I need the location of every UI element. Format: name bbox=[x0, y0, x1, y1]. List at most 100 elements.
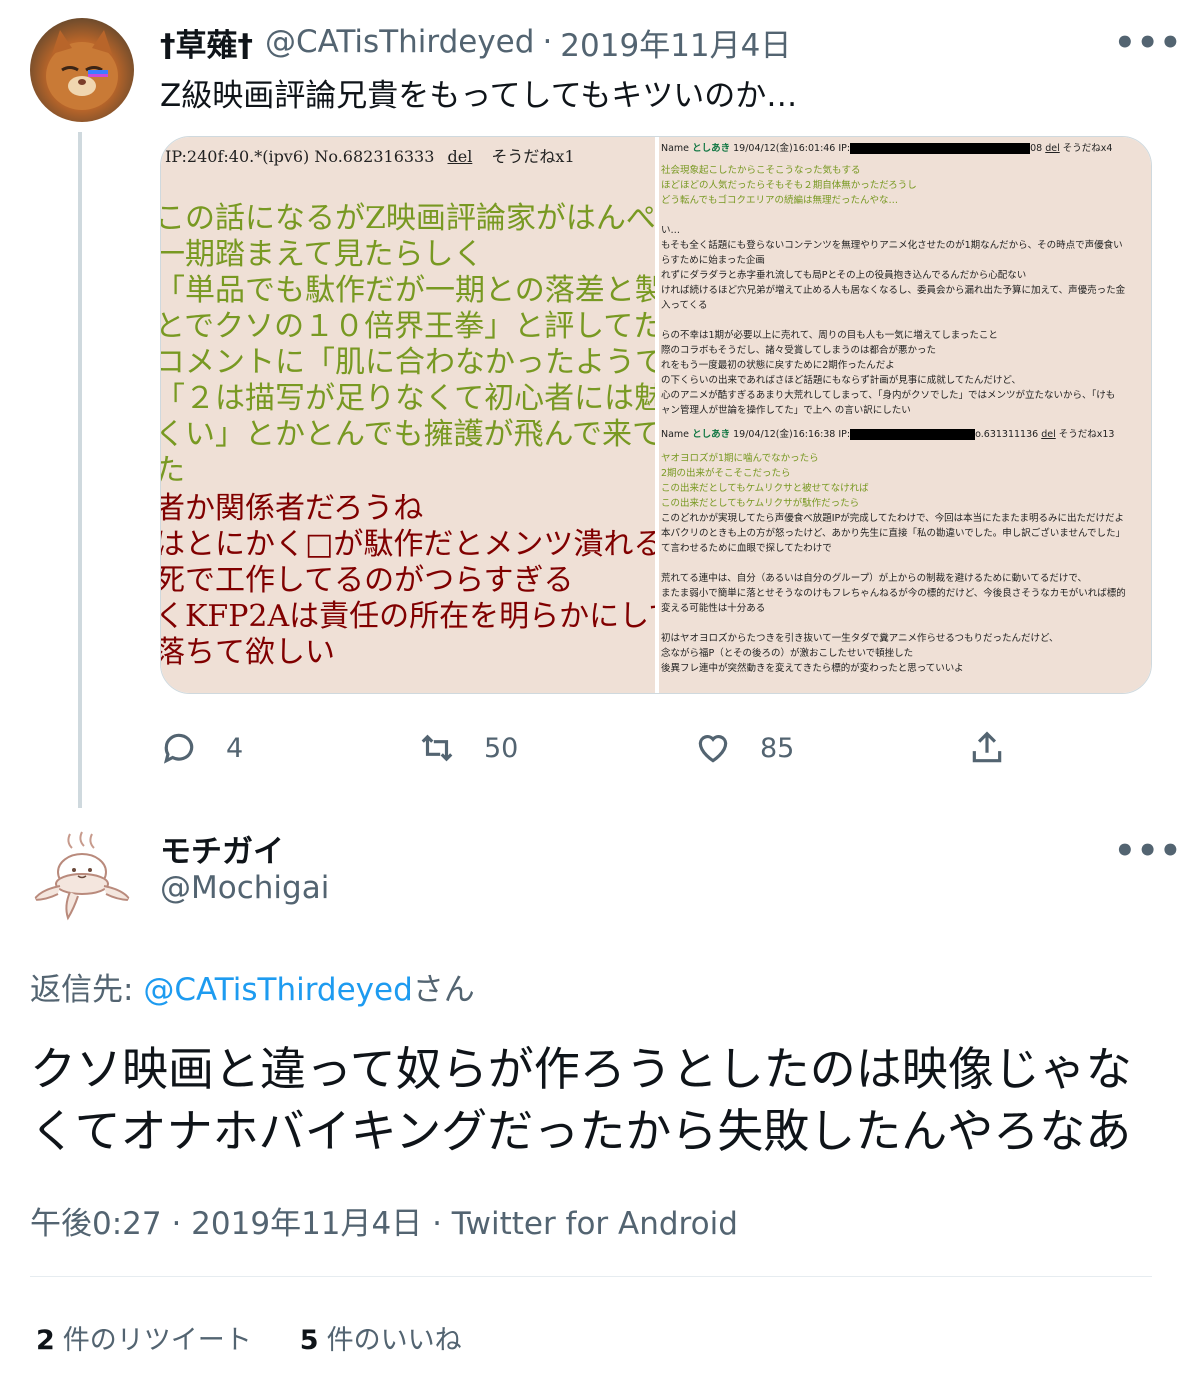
parent-more-icon[interactable]: ••• bbox=[1114, 26, 1182, 60]
right-post-line: 後異フレ連中が突然動きを変えてきたら標的が変わったと思っていいよ bbox=[661, 663, 964, 674]
thread-connector-line bbox=[78, 132, 82, 808]
share-icon bbox=[972, 731, 1002, 763]
left-post-header: IP:240f:40.*(ipv6) No.682316333 del そうだね… bbox=[165, 143, 575, 167]
post2-no: o.631311136 bbox=[975, 429, 1039, 440]
left-post-del: del bbox=[447, 147, 473, 166]
right-post-line: れをもう一度最初の状態に戻すために2期作ったんだよ bbox=[661, 360, 895, 371]
left-line: はとにかく□が駄作だとメンツ潰れるか bbox=[161, 527, 655, 562]
right-post-line: ヤオヨロズが1期に噛んでなかったら bbox=[661, 453, 819, 464]
right-post-line: 荒れてる連中は、自分（あるいは自分のグループ）が上からの制裁を避けるために動いて… bbox=[661, 573, 1087, 584]
right-post-line: らすために始まった企画 bbox=[661, 255, 765, 266]
parent-tweet-media[interactable]: IP:240f:40.*(ipv6) No.682316333 del そうだね… bbox=[160, 136, 1152, 694]
retweet-action[interactable]: 50 bbox=[418, 726, 518, 770]
right-post-line: このどれかが実現してたら声優食べ放題IPが完成してたわけで、今回は本当にたまたま… bbox=[661, 513, 1125, 524]
like-count: 85 bbox=[760, 732, 795, 764]
retweet-stat-label: 件のリツイート bbox=[62, 1325, 252, 1356]
right-post-line: もそも全く話題にも登らないコンテンツを無理やりアニメ化させたのが1期なんだから、… bbox=[661, 240, 1123, 251]
parent-display-name[interactable]: †草薙† bbox=[160, 20, 253, 65]
right-post-line: 際のコラボもそうだし、諸々受賞してしまうのは都合が悪かった bbox=[661, 345, 937, 356]
post2-soudane: そうだねx13 bbox=[1058, 429, 1115, 440]
media-image-left[interactable]: IP:240f:40.*(ipv6) No.682316333 del そうだね… bbox=[161, 137, 655, 693]
right-post-line: この出来だとしてもケムリクサが駄作だったら bbox=[661, 498, 860, 509]
post2-prefix: Name bbox=[661, 429, 690, 440]
right-post-line: らの不幸は1期が必要以上に売れて、周りの目も人も一気に増えてしまったこと bbox=[661, 330, 998, 341]
redaction-bar bbox=[850, 429, 976, 440]
post1-prefix: Name bbox=[661, 143, 690, 154]
like-stat[interactable]: 5 件のいいね bbox=[300, 1318, 462, 1357]
main-display-name[interactable]: モチガイ bbox=[160, 826, 284, 871]
post2-date: 19/04/12(金)16:16:38 IP: bbox=[733, 429, 851, 440]
post2-name: としあき bbox=[692, 429, 731, 440]
reply-to-handle-link[interactable]: @CATisThirdeyed bbox=[143, 972, 412, 1008]
right-post-line: ャン管理人が世論を操作してた」で上へ の言い訳にしたい bbox=[661, 405, 911, 416]
heart-icon bbox=[698, 735, 728, 763]
right-post-line: どう転んでもゴコクエリアの続編は無理だったんやな… bbox=[661, 195, 899, 206]
retweet-stat[interactable]: 2 件のリツイート bbox=[36, 1318, 252, 1357]
post1-no: 08 bbox=[1030, 143, 1043, 154]
right-post-line: ければ続けるほど穴兄弟が増えて止める人も居なくなるし、委員会から漏れ出た予算に加… bbox=[661, 285, 1126, 296]
right-post-line: の下くらいの出来であればさほど話題にもならず計画が見事に成就してたんだけど、 bbox=[661, 375, 1021, 386]
right-post-line: 変える可能性は十分ある bbox=[661, 603, 766, 614]
left-line: くい」とかとんでも擁護が飛んで来て bbox=[161, 417, 655, 452]
right-post-line: て言わせるために血眼で探してたわけで bbox=[661, 543, 832, 554]
left-line: とでクソの１０倍界王拳」と評してた bbox=[161, 309, 655, 344]
right-post1-header: Name としあき 19/04/12(金)16:01:46 IP: 08 del … bbox=[661, 141, 1112, 156]
right-post-line: この出来だとしてもケムリクサと被せてなければ bbox=[661, 483, 869, 494]
stats-divider bbox=[30, 1276, 1152, 1277]
retweet-count: 50 bbox=[484, 732, 519, 764]
parent-tweet-text: Z級映画評論兄貴をもってしてもキツいのか… bbox=[160, 78, 798, 114]
reply-icon bbox=[163, 733, 194, 764]
replying-to: 返信先: @CATisThirdeyedさん bbox=[30, 964, 475, 1009]
right-post-line: れずにダラダラと赤字垂れ流しても局Pとその上の役員抱き込んでるんだから心配ない bbox=[661, 270, 1027, 281]
reply-prefix: 返信先: bbox=[30, 972, 144, 1008]
tweet-stats: 2 件のリツイート 5 件のいいね bbox=[36, 1318, 510, 1357]
left-post-soudane: そうだねx1 bbox=[491, 147, 575, 166]
post1-soudane: そうだねx4 bbox=[1062, 143, 1113, 154]
parent-tweet-header: †草薙† @CATisThirdeyed · 2019年11月4日 bbox=[160, 20, 791, 64]
retweet-stat-count: 2 bbox=[36, 1325, 55, 1356]
share-action[interactable] bbox=[968, 726, 1006, 770]
left-line: 「単品でも駄作だが一期との落差と製作 bbox=[161, 273, 655, 308]
right-post-line: 心のアニメが酷すぎるあまり大荒れしてしまって、「身内がクソでした」ではメンツが立… bbox=[661, 390, 1116, 401]
right-post-line: 本パクリのときも上の方が怒ったけど、あかり先生に直接「私の勘違いでした。申し訳ご… bbox=[661, 528, 1125, 539]
main-tweet-text: クソ映画と違って奴らが作ろうとしたのは映像じゃなくてオナホバイキングだったから失… bbox=[30, 1042, 1132, 1158]
right-post-line: ほどほどの人気だったらそもそも２期自体無かっただろうし bbox=[661, 180, 917, 191]
avatar-catisthirdeyed[interactable] bbox=[30, 18, 134, 122]
main-timestamp[interactable]: 午後0:27 · 2019年11月4日 · Twitter for Androi… bbox=[30, 1198, 738, 1243]
reply-suffix: さん bbox=[412, 972, 475, 1008]
right-post-line: 念ながら福P（とその後ろの）が激おこしたせいで頓挫した bbox=[661, 648, 914, 659]
post1-del: del bbox=[1045, 143, 1060, 154]
like-stat-label: 件のいいね bbox=[326, 1325, 462, 1356]
mochi-avatar-image bbox=[32, 831, 132, 921]
right-post-line: 2期の出来がそこそこだったら bbox=[661, 468, 791, 479]
left-line: コメントに「肌に合わなかったようで残 bbox=[161, 345, 655, 380]
right-post-line: またま弱小で簡単に落とせそうなのけもフレちゃんねるが今の標的だけど、今後良さそう… bbox=[661, 588, 1126, 599]
right-post-line: 初はヤオヨロズからたつきを引き抜いて一生タダで糞アニメ作らせるつもりだったんだけ… bbox=[661, 633, 1059, 644]
left-line: 落ちて欲しい bbox=[161, 635, 335, 670]
right-post-line: 入ってくる bbox=[661, 300, 708, 311]
left-line: この話になるがZ映画評論家がはんぺん bbox=[161, 201, 655, 236]
cat-avatar-image bbox=[46, 30, 118, 110]
left-post-ip: IP:240f:40.*(ipv6) No.682316333 bbox=[165, 147, 435, 166]
parent-date[interactable]: 2019年11月4日 bbox=[560, 20, 791, 65]
reply-action[interactable]: 4 bbox=[160, 726, 243, 770]
avatar-mochigai[interactable] bbox=[30, 824, 134, 928]
post2-del: del bbox=[1041, 429, 1056, 440]
meta-separator: · bbox=[542, 24, 553, 60]
left-line: 「２は描写が足りなくて初心者には魅 bbox=[161, 381, 655, 416]
left-line: 死で工作してるのがつらすぎる bbox=[161, 563, 574, 598]
main-more-icon[interactable]: ••• bbox=[1114, 834, 1182, 868]
left-line: 一期踏まえて見たらしく bbox=[161, 237, 484, 272]
like-stat-count: 5 bbox=[299, 1325, 319, 1356]
main-handle[interactable]: @Mochigai bbox=[160, 870, 329, 906]
right-post2-header: Name としあき 19/04/12(金)16:16:38 IP: o.63131… bbox=[661, 427, 1114, 442]
media-image-right[interactable]: Name としあき 19/04/12(金)16:01:46 IP: 08 del … bbox=[659, 137, 1151, 693]
redaction-bar bbox=[850, 143, 1031, 154]
right-post-line: い… bbox=[661, 225, 681, 236]
retweet-icon bbox=[421, 734, 453, 762]
left-line: くKFP2Aは責任の所在を明らかにして bbox=[161, 599, 655, 634]
parent-handle[interactable]: @CATisThirdeyed bbox=[265, 24, 534, 60]
like-action[interactable]: 85 bbox=[694, 726, 794, 770]
reply-count: 4 bbox=[226, 732, 244, 764]
post1-date: 19/04/12(金)16:01:46 IP: bbox=[733, 143, 851, 154]
